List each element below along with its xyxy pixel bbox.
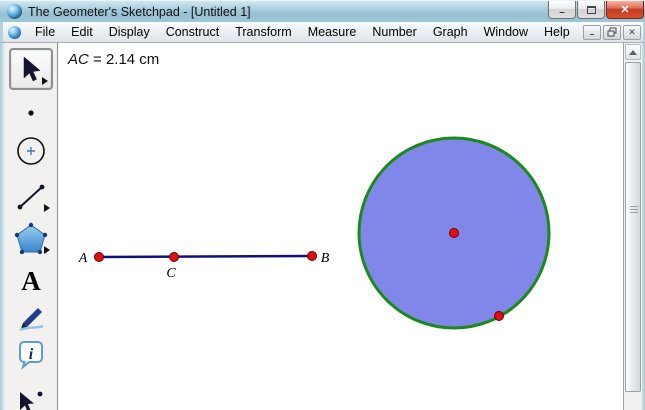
point-4[interactable]	[494, 311, 504, 321]
titlebar[interactable]: The Geometer's Sketchpad - [Untitled 1] …	[0, 0, 645, 22]
sketch-canvas[interactable]: ACB AC = 2.14 cm	[58, 43, 623, 410]
toolbox: A i	[5, 43, 58, 410]
menu-item-display[interactable]: Display	[101, 23, 158, 41]
flyout-arrow-icon	[42, 77, 48, 85]
custom-tool[interactable]	[9, 387, 53, 410]
compass-tool[interactable]	[9, 133, 53, 169]
point-B[interactable]	[307, 251, 317, 261]
straightedge-tool[interactable]	[9, 179, 53, 215]
measurement-label: AC	[68, 51, 89, 68]
point-C[interactable]	[169, 252, 179, 262]
menu-item-number[interactable]: Number	[364, 23, 424, 41]
marker-icon	[19, 308, 44, 332]
measurement-text[interactable]: AC = 2.14 cm	[68, 51, 159, 68]
menu-item-graph[interactable]: Graph	[425, 23, 476, 41]
scrollbar-thumb[interactable]	[625, 62, 641, 392]
app-window: The Geometer's Sketchpad - [Untitled 1] …	[0, 0, 645, 410]
mdi-restore-button[interactable]	[603, 24, 621, 40]
mdi-close-icon: ✕	[628, 26, 636, 37]
menu-item-measure[interactable]: Measure	[300, 23, 365, 41]
geometry-layer: A C B	[78, 136, 551, 330]
svg-text:i: i	[29, 346, 34, 363]
selection-arrow-tool[interactable]	[9, 48, 53, 90]
menu-item-edit[interactable]: Edit	[63, 23, 101, 41]
point-A[interactable]	[94, 252, 104, 262]
text-tool-icon: A	[21, 265, 41, 296]
point-tool[interactable]	[9, 95, 53, 131]
flyout-arrow-icon	[44, 204, 50, 212]
maximize-button[interactable]	[577, 1, 605, 19]
vertical-scrollbar[interactable]	[623, 43, 642, 410]
information-tool[interactable]: i	[9, 337, 53, 373]
menu-item-construct[interactable]: Construct	[158, 23, 228, 41]
mdi-minimize-icon: –	[589, 29, 595, 39]
close-icon: ✕	[620, 4, 630, 16]
menu-item-file[interactable]: File	[27, 23, 63, 41]
window-controls: – ✕	[548, 1, 645, 19]
flyout-arrow-icon	[44, 246, 50, 254]
menu-item-window[interactable]: Window	[476, 23, 536, 41]
straightedge-icon	[17, 184, 45, 210]
menu-items: File Edit Display Construct Transform Measure…	[27, 23, 578, 41]
close-button[interactable]: ✕	[606, 1, 644, 19]
point-label-C[interactable]: C	[166, 266, 176, 281]
menu-item-transform[interactable]: Transform	[227, 23, 300, 41]
point-label-B[interactable]: B	[321, 251, 330, 266]
mdi-window-controls: – ✕	[581, 24, 641, 40]
point-icon	[28, 110, 34, 116]
scroll-up-button[interactable]	[625, 44, 641, 60]
sketchpad-app-icon	[7, 4, 22, 19]
point-label-A[interactable]: A	[78, 251, 88, 266]
scrollbar-grip	[630, 206, 638, 215]
menubar: File Edit Display Construct Transform Measure…	[0, 22, 645, 43]
point-3[interactable]	[449, 228, 459, 238]
minimize-button[interactable]: –	[548, 1, 576, 19]
minimize-icon: –	[559, 7, 565, 18]
custom-tool-icon	[20, 391, 43, 410]
maximize-icon	[586, 5, 596, 14]
mdi-minimize-button[interactable]: –	[583, 24, 601, 40]
information-icon: i	[19, 341, 43, 370]
window-title: The Geometer's Sketchpad - [Untitled 1]	[28, 4, 251, 19]
menu-item-help[interactable]: Help	[536, 23, 578, 41]
segment-AB[interactable]	[98, 254, 313, 259]
polygon-tool[interactable]	[9, 221, 53, 257]
document-icon[interactable]	[8, 25, 21, 39]
marker-tool[interactable]	[9, 299, 53, 335]
text-tool[interactable]: A	[9, 263, 53, 299]
mdi-close-button[interactable]: ✕	[623, 24, 641, 40]
compass-icon	[17, 137, 45, 165]
scroll-up-icon	[629, 49, 637, 55]
measurement-value: = 2.14 cm	[88, 51, 160, 68]
mdi-restore-icon	[607, 27, 617, 37]
